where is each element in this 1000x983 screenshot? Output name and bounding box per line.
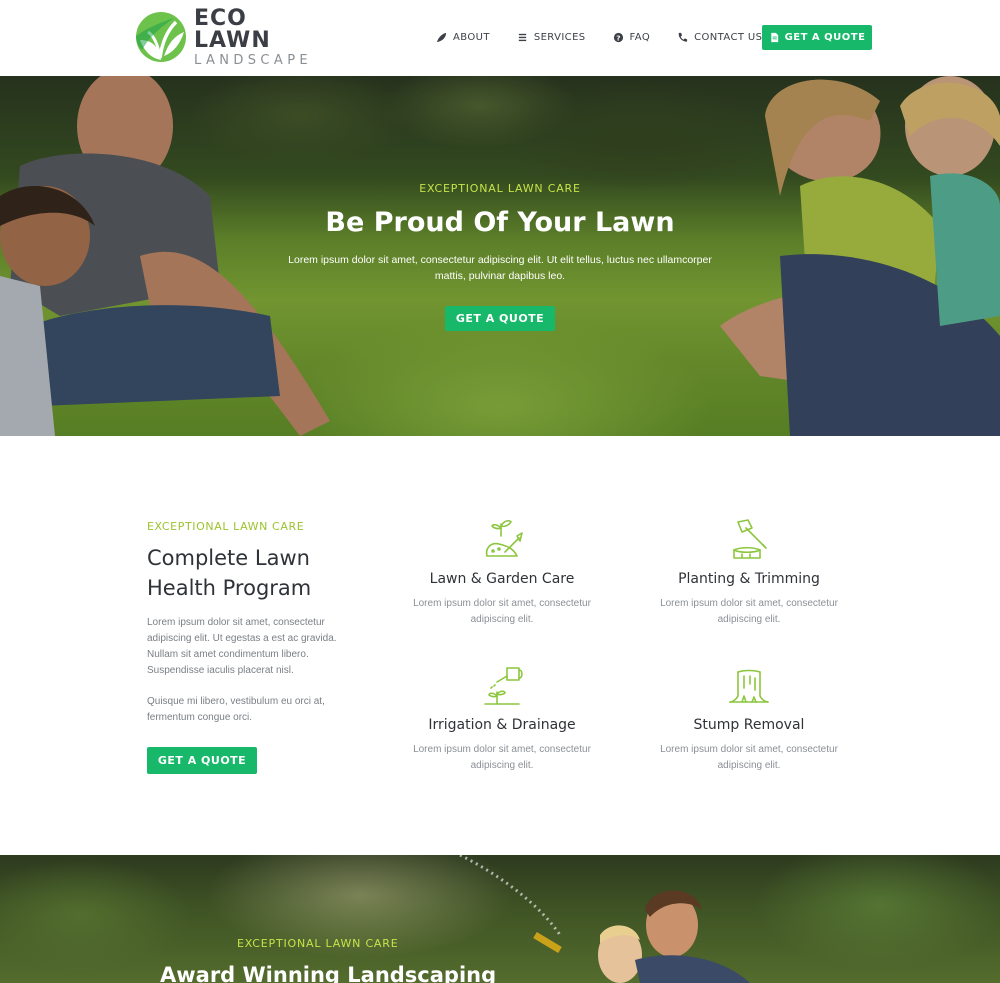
- phone-icon: [678, 32, 688, 42]
- hero-title: Be Proud Of Your Lawn: [325, 207, 675, 238]
- service-card-text: Lorem ipsum dolor sit amet, consectetur …: [413, 744, 591, 771]
- axe-stump-icon: [733, 519, 767, 559]
- services-title: Complete Lawn Health Program: [147, 546, 312, 600]
- nav-item-services[interactable]: SERVICES: [517, 32, 586, 43]
- award-banner-section: EXCEPTIONAL LAWN CARE Award Winning Land…: [0, 855, 1000, 983]
- hero-content: EXCEPTIONAL LAWN CARE Be Proud Of Your L…: [250, 182, 750, 331]
- logo[interactable]: ECO LAWN LANDSCAPE: [134, 5, 314, 68]
- service-card-title: Lawn & Garden Care: [429, 571, 575, 587]
- services-paragraph-1: Lorem ipsum dolor sit amet, consectetur …: [147, 617, 337, 676]
- hero-description: Lorem ipsum dolor sit amet, consectetur …: [288, 254, 712, 282]
- nav-label: CONTACT US: [694, 31, 763, 43]
- logo-leaf-icon: [136, 12, 186, 62]
- nav-label: SERVICES: [533, 31, 586, 43]
- banner-title: Award Winning Landscaping: [160, 963, 497, 983]
- question-circle-icon: ?: [613, 32, 623, 42]
- watering-can-icon: [484, 667, 523, 705]
- service-card-irrigation-drainage[interactable]: Irrigation & Drainage Lorem ipsum dolor …: [397, 662, 607, 774]
- service-card-title: Planting & Trimming: [678, 571, 820, 587]
- garden-shovel-icon: [485, 520, 523, 557]
- hero-get-quote-button[interactable]: GET A QUOTE: [445, 306, 555, 331]
- leaf-icon: [436, 32, 447, 42]
- tree-stump-icon: [729, 669, 769, 703]
- svg-text:?: ?: [616, 33, 621, 42]
- nav-item-contact[interactable]: CONTACT US: [677, 32, 762, 43]
- service-card-title: Stump Removal: [693, 717, 805, 733]
- hero-section: EXCEPTIONAL LAWN CARE Be Proud Of Your L…: [0, 76, 1000, 436]
- list-icon: [518, 33, 526, 41]
- service-card-planting-trimming[interactable]: Planting & Trimming Lorem ipsum dolor si…: [644, 516, 854, 628]
- nav-label: FAQ: [629, 31, 651, 43]
- service-card-stump-removal[interactable]: Stump Removal Lorem ipsum dolor sit amet…: [644, 662, 854, 774]
- hero-eyebrow: EXCEPTIONAL LAWN CARE: [419, 182, 581, 195]
- logo-title: ECO LAWN: [194, 5, 271, 53]
- nav-label: ABOUT: [453, 31, 490, 43]
- services-paragraph-2: Quisque mi libero, vestibulum eu orci at…: [147, 696, 325, 723]
- main-nav: ABOUT SERVICES ? FAQ CONTACT US: [436, 25, 762, 49]
- nav-item-about[interactable]: ABOUT: [436, 32, 490, 43]
- service-card-title: Irrigation & Drainage: [428, 717, 576, 733]
- header-get-quote-label: GET A QUOTE: [784, 32, 866, 43]
- header-get-quote-button[interactable]: GET A QUOTE: [762, 25, 872, 50]
- services-get-quote-button[interactable]: GET A QUOTE: [147, 747, 257, 774]
- logo-subtitle: LANDSCAPE: [194, 52, 313, 68]
- service-card-text: Lorem ipsum dolor sit amet, consectetur …: [413, 598, 591, 625]
- banner-eyebrow: EXCEPTIONAL LAWN CARE: [237, 937, 399, 950]
- service-card-text: Lorem ipsum dolor sit amet, consectetur …: [660, 598, 838, 625]
- services-section: EXCEPTIONAL LAWN CARE Complete Lawn Heal…: [0, 436, 1000, 855]
- service-card-text: Lorem ipsum dolor sit amet, consectetur …: [660, 744, 838, 771]
- service-card-lawn-garden[interactable]: Lawn & Garden Care Lorem ipsum dolor sit…: [397, 516, 607, 628]
- services-eyebrow: EXCEPTIONAL LAWN CARE: [147, 520, 305, 533]
- document-icon: [770, 32, 778, 43]
- services-intro: EXCEPTIONAL LAWN CARE Complete Lawn Heal…: [147, 520, 357, 774]
- site-header: ECO LAWN LANDSCAPE ABOUT SERVICES ? FAQ …: [0, 0, 1000, 76]
- nav-item-faq[interactable]: ? FAQ: [613, 32, 651, 43]
